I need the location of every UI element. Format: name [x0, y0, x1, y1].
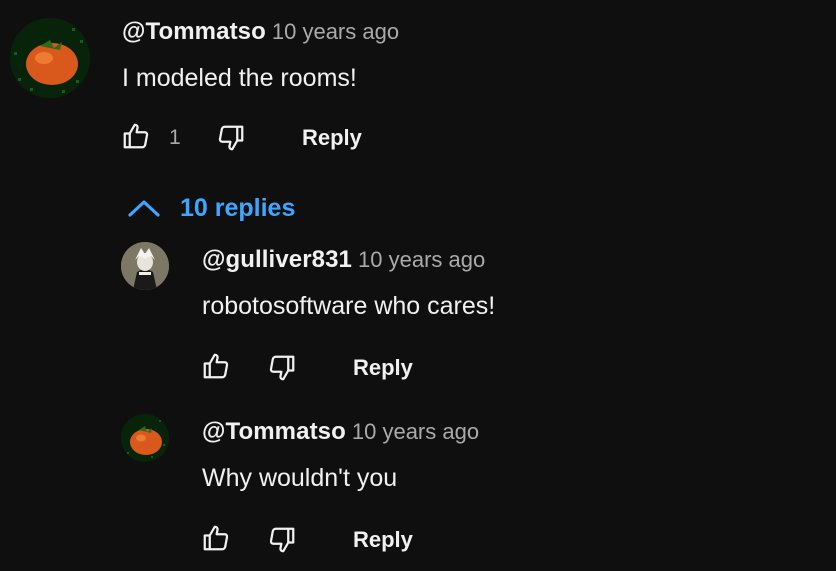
like-button[interactable]: [118, 118, 154, 154]
comment-header: @Tommatso 10 years ago: [202, 418, 479, 446]
replies-count-label: 10 replies: [180, 193, 296, 222]
comment-thread: @Tommatso 10 years ago I modeled the room…: [0, 0, 836, 180]
thumbs-down-icon: [269, 527, 295, 553]
replies-toggle-button[interactable]: 10 replies: [126, 188, 295, 228]
comment-header: @gulliver831 10 years ago: [202, 246, 485, 274]
chevron-up-icon: [128, 200, 160, 217]
comment-actions: Reply: [0, 348, 460, 388]
like-count: 1: [169, 126, 181, 149]
author-avatar[interactable]: [10, 18, 90, 98]
comment-text: robotosoftware who cares!: [202, 292, 496, 320]
reply-button[interactable]: Reply: [353, 527, 413, 553]
thumbs-up-icon: [123, 123, 149, 149]
comment-text: Why wouldn't you: [202, 464, 398, 492]
like-button[interactable]: [198, 520, 234, 556]
comment-text: I modeled the rooms!: [122, 64, 357, 92]
timestamp[interactable]: 10 years ago: [358, 247, 485, 272]
dislike-button[interactable]: [264, 522, 300, 558]
timestamp[interactable]: 10 years ago: [272, 19, 399, 44]
comment-actions: 1 Reply: [0, 118, 400, 158]
comment-actions: Reply: [0, 520, 460, 560]
thumbs-down-icon: [269, 355, 295, 381]
character-icon: [121, 242, 169, 290]
author-avatar[interactable]: [121, 242, 169, 290]
thumbs-up-icon: [203, 525, 229, 551]
reply-item: @Tommatso 10 years ago Why wouldn't you R…: [0, 402, 836, 571]
dislike-button[interactable]: [213, 120, 249, 156]
comment-header: @Tommatso 10 years ago: [122, 18, 399, 46]
author-avatar[interactable]: [121, 414, 169, 462]
tomato-icon: [10, 18, 90, 98]
author-name[interactable]: @Tommatso: [202, 418, 346, 445]
timestamp[interactable]: 10 years ago: [352, 419, 479, 444]
reply-button[interactable]: Reply: [353, 355, 413, 381]
like-button[interactable]: [198, 348, 234, 384]
dislike-button[interactable]: [264, 350, 300, 386]
reply-button[interactable]: Reply: [302, 125, 362, 151]
author-name[interactable]: @Tommatso: [122, 18, 266, 45]
reply-item: @gulliver831 10 years ago robotosoftware …: [0, 230, 836, 390]
author-name[interactable]: @gulliver831: [202, 246, 352, 273]
thumbs-down-icon: [218, 125, 244, 151]
tomato-icon: [121, 414, 169, 462]
thumbs-up-icon: [203, 353, 229, 379]
